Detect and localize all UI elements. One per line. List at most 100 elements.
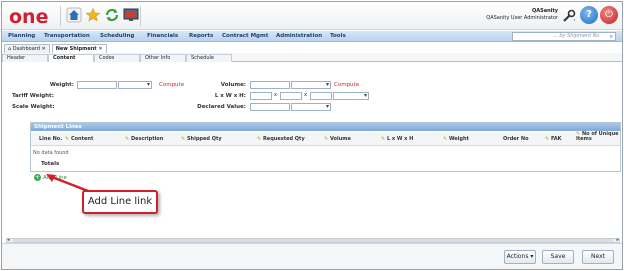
- footer-toolbar: Actions ▾ Save Next: [2, 243, 622, 269]
- column-header-weight[interactable]: ✎ Weight: [443, 136, 469, 142]
- panel-title: Shipment Lines: [31, 123, 620, 131]
- column-header-unique-items[interactable]: ✎ No of Unique Items: [576, 132, 620, 142]
- edit-icon: ✎: [324, 136, 329, 142]
- weight-unit-select[interactable]: [118, 81, 152, 89]
- tariff-weight-label: Tariff Weight:: [12, 93, 54, 99]
- home-icon[interactable]: [66, 7, 82, 23]
- height-input[interactable]: [310, 92, 332, 100]
- grid-header: Line No. ✎ Content ✎ Description ✎ Shipp…: [31, 132, 620, 146]
- column-header-order-no[interactable]: Order No: [503, 136, 529, 142]
- totals-label: Totals: [41, 161, 60, 167]
- search-icon[interactable]: ⌕: [610, 33, 613, 40]
- chevron-down-icon: ▾: [530, 253, 534, 260]
- edit-icon: ✎: [545, 136, 550, 142]
- length-input[interactable]: [250, 92, 272, 100]
- svg-text:one: one: [9, 6, 48, 26]
- column-header-lwh[interactable]: ✎ L x W x H: [381, 136, 413, 142]
- nav-item-financials[interactable]: Financials: [147, 33, 178, 39]
- column-label: Content: [70, 136, 94, 142]
- dashboard-icon: ⌂: [8, 46, 12, 52]
- user-info: QASanity QASanity User Administrator: [486, 8, 558, 22]
- power-icon[interactable]: ⏻: [600, 6, 618, 24]
- volume-unit-select[interactable]: [291, 81, 331, 89]
- divider: [140, 6, 141, 26]
- refresh-icon[interactable]: [104, 7, 120, 23]
- tab-header[interactable]: Header: [2, 54, 48, 62]
- quick-icons: [66, 7, 139, 23]
- nav-item-planning[interactable]: Planning: [8, 33, 35, 39]
- search-placeholder: ... by Shipment No: [553, 33, 600, 39]
- weight-input[interactable]: [77, 81, 117, 89]
- column-label: FAK: [550, 136, 562, 142]
- tab-label: New Shipment: [55, 46, 97, 52]
- edit-icon: ✎: [65, 136, 70, 142]
- volume-label: Volume:: [220, 82, 246, 88]
- tab-content[interactable]: Content: [48, 54, 94, 62]
- nav-item-contract-mgmt[interactable]: Contract Mgmt: [222, 33, 268, 39]
- nav-item-administration[interactable]: Administration: [276, 33, 322, 39]
- volume-input[interactable]: [250, 81, 290, 89]
- column-label: Requested Qty: [262, 136, 305, 142]
- column-header-volume[interactable]: ✎ Volume: [324, 136, 351, 142]
- declared-value-input[interactable]: [250, 103, 290, 111]
- shipment-lines-panel: Shipment Lines Line No. ✎ Content ✎ Desc…: [30, 122, 621, 172]
- weight-compute-link[interactable]: Compute: [159, 82, 184, 88]
- next-button[interactable]: Next: [582, 250, 614, 264]
- edit-icon: ✎: [443, 136, 448, 142]
- star-icon[interactable]: [85, 7, 101, 23]
- nav-item-tools[interactable]: Tools: [330, 33, 346, 39]
- user-role: QASanity User Administrator: [486, 15, 558, 21]
- column-header-requested-qty[interactable]: ✎ Requested Qty: [257, 136, 305, 142]
- nav-item-scheduling[interactable]: Scheduling: [100, 33, 134, 39]
- tab-other-info[interactable]: Other Info: [140, 54, 186, 62]
- edit-icon: ✎: [257, 136, 262, 142]
- one-logo[interactable]: one: [8, 6, 54, 26]
- column-header-fak[interactable]: ✎ FAK: [545, 136, 562, 142]
- column-header-shipped-qty[interactable]: ✎ Shipped Qty: [181, 136, 222, 142]
- volume-compute-link[interactable]: Compute: [334, 82, 359, 88]
- actions-button[interactable]: Actions ▾: [504, 250, 536, 264]
- add-icon: +: [34, 174, 41, 181]
- column-label: No of Unique Items: [576, 131, 619, 142]
- tab-codes[interactable]: Codes: [94, 54, 140, 62]
- document-tabs: ⌂ Dashboard ✕ New Shipment ✕: [2, 44, 107, 53]
- column-label: Shipped Qty: [186, 136, 222, 142]
- edit-icon: ✎: [125, 136, 130, 142]
- scale-weight-label: Scale Weight:: [12, 104, 55, 110]
- monitor-icon[interactable]: [123, 7, 139, 23]
- callout-box: Add Line link: [82, 190, 158, 214]
- edit-icon: ✎: [381, 136, 386, 142]
- nav-item-reports[interactable]: Reports: [189, 33, 213, 39]
- section-tabs: Header Content Codes Other Info Schedule: [2, 53, 622, 62]
- tab-new-shipment[interactable]: New Shipment ✕: [51, 44, 107, 53]
- weight-label: Weight:: [49, 82, 74, 88]
- x-mark: x: [304, 92, 307, 98]
- tab-label: Dashboard: [12, 46, 40, 52]
- column-header[interactable]: Line No.: [39, 136, 62, 142]
- user-name: QASanity: [531, 8, 558, 14]
- top-bar: one QASanity QASanity User Administrator…: [2, 2, 622, 30]
- help-icon[interactable]: ?: [580, 6, 598, 24]
- column-header-content[interactable]: ✎ Content: [65, 136, 93, 142]
- app-window: one QASanity QASanity User Administrator…: [1, 1, 623, 270]
- currency-select[interactable]: [291, 103, 331, 111]
- close-icon[interactable]: ✕: [98, 46, 102, 52]
- save-button[interactable]: Save: [542, 250, 574, 264]
- tab-dashboard[interactable]: ⌂ Dashboard ✕: [4, 44, 50, 53]
- column-label: L x W x H: [386, 136, 414, 142]
- close-icon[interactable]: ✕: [42, 46, 46, 52]
- main-nav: Planning Transportation Scheduling Finan…: [2, 31, 622, 42]
- lwh-label: L x W x H:: [214, 93, 246, 99]
- tab-schedule[interactable]: Schedule: [186, 54, 232, 62]
- scroll-thumb[interactable]: [13, 239, 613, 242]
- lwh-unit-select[interactable]: [333, 92, 369, 100]
- edit-icon: ✎: [181, 136, 186, 142]
- shipment-search-input[interactable]: ... by Shipment No ⌕: [512, 32, 616, 41]
- wrench-icon[interactable]: [562, 9, 576, 23]
- column-header-description[interactable]: ✎ Description: [125, 136, 163, 142]
- nav-item-transportation[interactable]: Transportation: [44, 33, 90, 39]
- column-label: Volume: [329, 136, 351, 142]
- width-input[interactable]: [280, 92, 302, 100]
- declared-value-label: Declared Value:: [197, 104, 246, 110]
- divider: [60, 6, 61, 26]
